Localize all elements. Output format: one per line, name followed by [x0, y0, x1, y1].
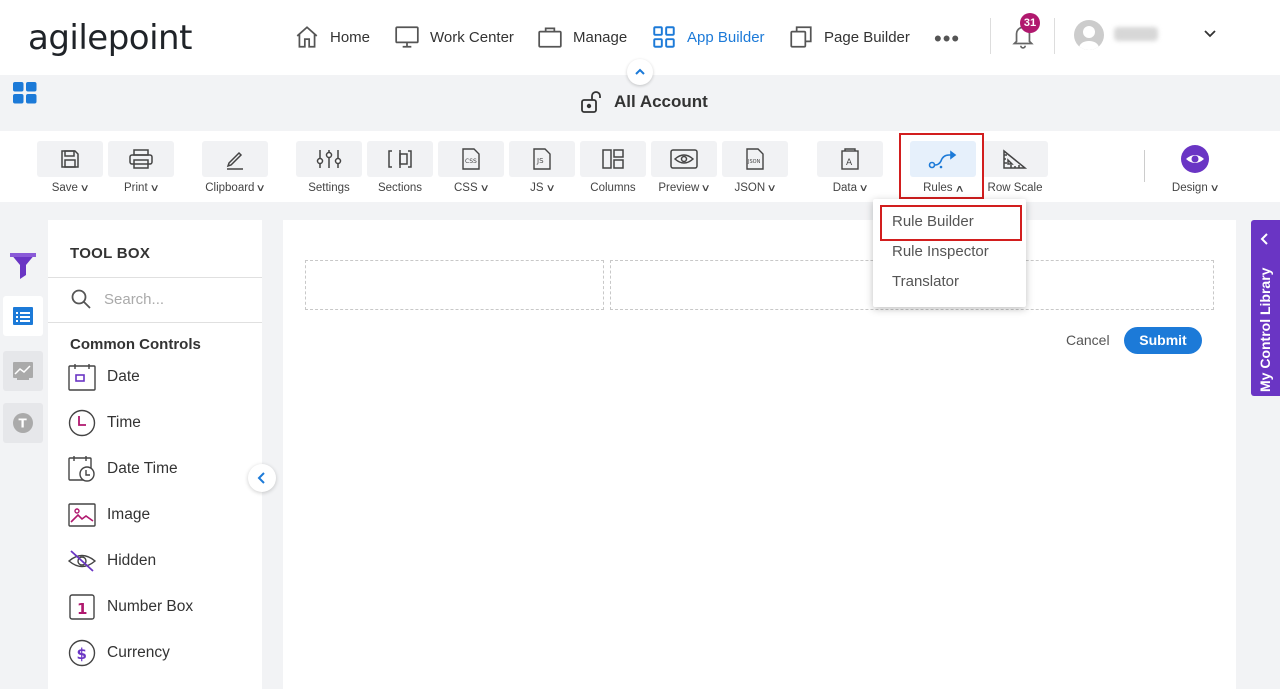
- preview-button[interactable]: Preview ∨: [651, 141, 717, 197]
- save-icon: [61, 150, 79, 168]
- collapse-toolbox-button[interactable]: [248, 464, 276, 492]
- svg-text:CSS: CSS: [465, 158, 477, 165]
- divider: [48, 322, 262, 323]
- number-box-icon: 1: [69, 594, 95, 620]
- svg-text:$: $: [77, 645, 87, 663]
- rule-builder-highlight-box: [880, 205, 1022, 241]
- nav-divider: [1054, 18, 1055, 54]
- calendar-icon: [68, 364, 96, 391]
- submit-button[interactable]: Submit: [1124, 327, 1202, 354]
- monitor-icon: [395, 26, 419, 48]
- chevron-left-icon[interactable]: [1259, 232, 1271, 251]
- js-file-icon: JS: [533, 148, 551, 170]
- unlock-icon[interactable]: [580, 90, 606, 114]
- data-icon: A: [841, 148, 859, 170]
- clock-icon: [68, 409, 96, 437]
- pencil-icon: [226, 151, 243, 170]
- sections-icon: [388, 150, 412, 168]
- page-title: All Account: [580, 90, 708, 114]
- nav-work-center[interactable]: Work Center: [394, 22, 514, 52]
- control-number-box[interactable]: 1 Number Box: [67, 592, 193, 622]
- category-common-controls: Common Controls: [70, 336, 201, 353]
- my-control-library-label: My Control Library: [1257, 267, 1273, 392]
- briefcase-icon: [538, 27, 562, 48]
- chevron-down-icon[interactable]: [1202, 25, 1218, 46]
- toolbox-search-input[interactable]: Search...: [70, 288, 164, 310]
- divider: [48, 277, 262, 278]
- save-button[interactable]: Save ∨: [37, 141, 103, 197]
- control-image[interactable]: Image: [67, 500, 150, 530]
- chevron-left-icon: [257, 472, 265, 484]
- svg-text:JS: JS: [536, 157, 544, 165]
- text-t-icon[interactable]: T: [3, 403, 43, 443]
- columns-button[interactable]: Columns: [580, 141, 646, 197]
- collapse-header-button[interactable]: [627, 59, 653, 85]
- sliders-icon: [316, 150, 342, 168]
- control-time[interactable]: Time: [67, 408, 141, 438]
- design-button[interactable]: Design ∨: [1162, 141, 1228, 197]
- svg-text:T: T: [19, 417, 28, 431]
- row-scale-button[interactable]: Row Scale: [982, 141, 1048, 197]
- nav-page-builder[interactable]: Page Builder: [788, 22, 910, 52]
- dollar-icon: $: [68, 639, 96, 667]
- more-options-icon[interactable]: •••: [934, 26, 960, 52]
- form-cell[interactable]: [305, 260, 604, 310]
- eye-icon: [1181, 145, 1209, 173]
- rules-highlight-box: [899, 133, 984, 199]
- eye-slash-icon: [67, 550, 97, 572]
- apps-grid-icon[interactable]: [13, 82, 37, 109]
- form-toolbar: Save ∨ Print ∨ Clipboard ∨ Settings Section…: [0, 131, 1280, 202]
- home-icon: [296, 26, 318, 48]
- nav-app-builder[interactable]: App Builder: [651, 22, 765, 52]
- agilepoint-logo[interactable]: agilepoint: [28, 18, 192, 58]
- chevron-up-icon: [635, 68, 645, 75]
- ruler-icon: [1003, 149, 1028, 169]
- form-controls-icon[interactable]: [3, 296, 43, 336]
- control-currency[interactable]: $ Currency: [67, 638, 170, 668]
- calendar-clock-icon: [68, 456, 95, 482]
- json-button[interactable]: JSON JSON ∨: [722, 141, 788, 197]
- svg-text:A: A: [846, 158, 853, 168]
- image-icon: [68, 503, 96, 527]
- search-icon: [71, 289, 91, 309]
- app-grid-icon: [653, 26, 675, 48]
- chart-icon[interactable]: [3, 351, 43, 391]
- nav-home[interactable]: Home: [294, 22, 370, 52]
- form-canvas: Cancel Submit: [283, 220, 1236, 689]
- clipboard-button[interactable]: Clipboard ∨: [202, 141, 268, 197]
- json-file-icon: JSON: [746, 148, 764, 170]
- username-blurred: [1114, 27, 1158, 41]
- css-button[interactable]: CSS CSS ∨: [438, 141, 504, 197]
- print-button[interactable]: Print ∨: [108, 141, 174, 197]
- svg-text:JSON: JSON: [747, 159, 761, 165]
- svg-text:1: 1: [77, 600, 87, 618]
- toolbox-panel: TOOL BOX Search... Common Controls Date …: [48, 220, 262, 689]
- sections-button[interactable]: Sections: [367, 141, 433, 197]
- menu-item-translator[interactable]: Translator: [892, 273, 959, 290]
- nav-divider: [990, 18, 991, 54]
- cancel-button[interactable]: Cancel: [1066, 332, 1110, 348]
- toolbox-title: TOOL BOX: [70, 245, 151, 262]
- control-date-time[interactable]: Date Time: [67, 454, 178, 484]
- data-button[interactable]: A Data ∨: [817, 141, 883, 197]
- control-date[interactable]: Date: [67, 362, 140, 392]
- css-file-icon: CSS: [462, 148, 480, 170]
- avatar[interactable]: [1074, 20, 1104, 50]
- nav-manage[interactable]: Manage: [537, 22, 627, 52]
- columns-icon: [602, 149, 624, 169]
- left-icon-strip: T: [0, 220, 46, 689]
- js-button[interactable]: JS JS ∨: [509, 141, 575, 197]
- printer-icon: [129, 149, 153, 169]
- toolbar-divider: [1144, 150, 1145, 182]
- menu-item-rule-inspector[interactable]: Rule Inspector: [892, 243, 989, 260]
- notification-badge: 31: [1020, 13, 1040, 33]
- pages-icon: [790, 26, 812, 48]
- settings-button[interactable]: Settings: [296, 141, 362, 197]
- filter-icon[interactable]: [3, 246, 43, 286]
- eye-icon: [670, 149, 698, 169]
- control-hidden[interactable]: Hidden: [67, 546, 156, 576]
